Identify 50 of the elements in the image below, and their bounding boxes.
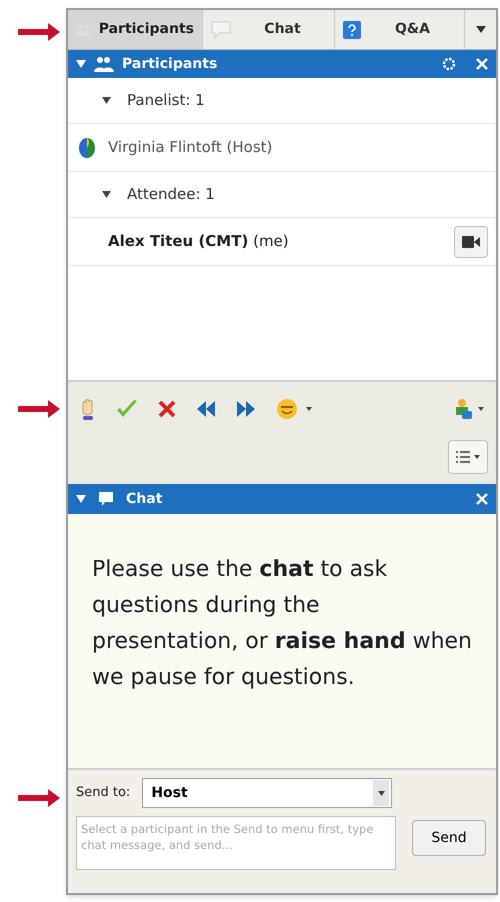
- speech-bubble-icon: [98, 491, 114, 507]
- message-field[interactable]: Select a participant in the Send to menu first, type chat message, and send...: [76, 816, 396, 870]
- participant-row[interactable]: Virginia Flintoft (Host): [68, 124, 496, 172]
- video-button[interactable]: [454, 226, 488, 258]
- close-icon[interactable]: [476, 493, 488, 505]
- tab[interactable]: Q&A: [335, 10, 465, 49]
- send-to-label: Send to:: [76, 784, 130, 802]
- question-icon: [343, 20, 361, 38]
- pointer-arrow-icon: [18, 400, 60, 418]
- globe-icon: [78, 136, 96, 158]
- chat-message: Please use the chat to ask questions during the presentation, or raise hand when we pause for questions.: [92, 556, 472, 692]
- panel-title: Participants: [122, 54, 218, 74]
- tab[interactable]: Participants: [68, 10, 203, 49]
- camera-icon: [462, 236, 480, 248]
- caret-icon: [378, 790, 385, 796]
- pointer-arrow-icon: [18, 789, 60, 807]
- caret-icon: [478, 407, 484, 411]
- pointer-arrow-icon: [18, 23, 60, 41]
- people-icon: [94, 56, 114, 72]
- settings-icon[interactable]: [442, 57, 456, 71]
- panel-title: Chat: [126, 490, 162, 508]
- expand-toggle[interactable]: [102, 97, 111, 104]
- collapse-icon[interactable]: [76, 60, 86, 68]
- list-icon: [456, 450, 470, 464]
- participant-name: Virginia Flintoft (Host): [108, 137, 274, 158]
- tab[interactable]: Chat: [203, 10, 335, 49]
- raised-hand-icon[interactable]: [80, 398, 96, 420]
- user-options-dropdown[interactable]: [454, 398, 484, 420]
- fast-forward-icon[interactable]: [236, 401, 256, 417]
- list-view-button[interactable]: [448, 440, 488, 474]
- expand-toggle[interactable]: [102, 191, 111, 198]
- rewind-icon[interactable]: [196, 401, 216, 417]
- caret-icon: [474, 455, 480, 459]
- smiley-icon: [276, 398, 298, 420]
- group-label: Panelist: 1: [127, 90, 205, 112]
- close-icon[interactable]: [476, 58, 488, 70]
- emoticon-dropdown[interactable]: [276, 398, 312, 420]
- group-label: Attendee: 1: [127, 184, 215, 206]
- send-button[interactable]: Send: [412, 820, 486, 856]
- checkmark-icon[interactable]: [116, 399, 138, 419]
- participant-row[interactable]: Alex Titeu (CMT) (me): [68, 218, 496, 266]
- speech-bubble-icon: [211, 20, 231, 38]
- more-tabs-button[interactable]: [465, 10, 496, 49]
- caret-icon: [306, 407, 312, 411]
- participant-name: Alex Titeu (CMT) (me): [108, 231, 290, 252]
- users-icon: [454, 398, 474, 420]
- collapse-icon[interactable]: [76, 495, 86, 503]
- cross-icon[interactable]: [158, 400, 176, 418]
- caret-icon: [476, 26, 486, 33]
- send-to-dropdown[interactable]: Host: [142, 778, 392, 808]
